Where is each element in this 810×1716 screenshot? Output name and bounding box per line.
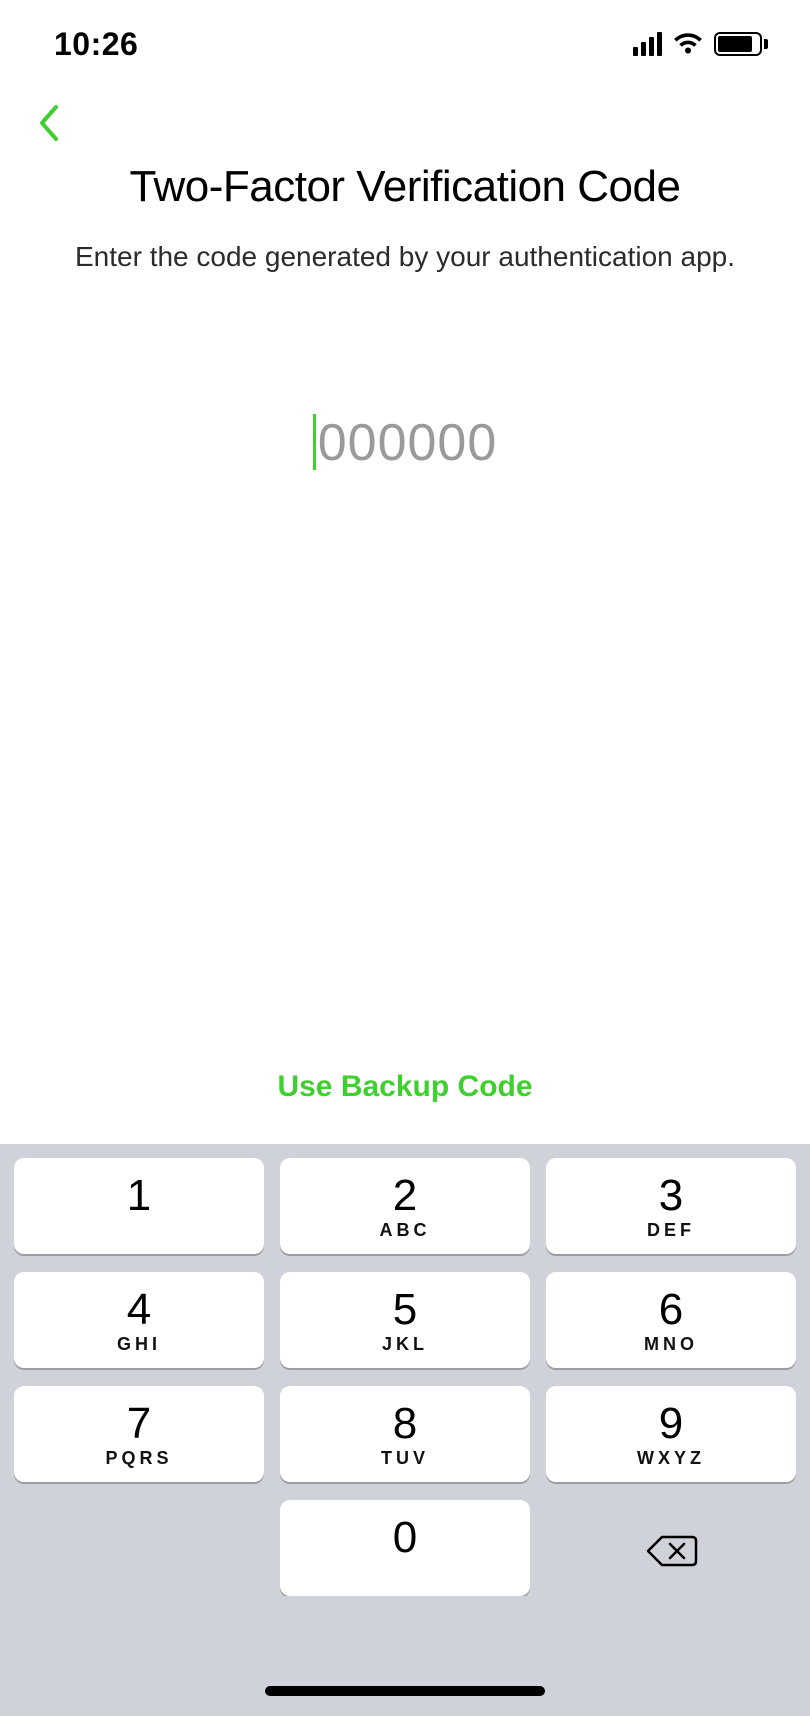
keypad-letters: JKL	[382, 1334, 428, 1356]
keypad-key-7[interactable]: 7 PQRS	[14, 1386, 264, 1482]
keypad-key-8[interactable]: 8 TUV	[280, 1386, 530, 1482]
page-title: Two-Factor Verification Code	[0, 162, 810, 212]
keypad-digit: 5	[393, 1290, 417, 1330]
text-cursor	[313, 414, 316, 470]
keypad-letters: MNO	[644, 1334, 698, 1356]
keypad-key-1[interactable]: 1	[14, 1158, 264, 1254]
status-icons	[633, 32, 768, 56]
cellular-icon	[633, 32, 662, 56]
keypad-letters: TUV	[381, 1448, 429, 1470]
keypad-key-0[interactable]: 0	[280, 1500, 530, 1596]
page-subtitle: Enter the code generated by your authent…	[0, 236, 810, 278]
keypad-digit: 7	[127, 1404, 151, 1444]
keypad-letters: ABC	[380, 1220, 431, 1242]
chevron-left-icon	[36, 101, 64, 145]
keypad-digit: 3	[659, 1176, 683, 1216]
status-bar: 10:26	[0, 0, 810, 88]
keypad-letters: WXYZ	[637, 1448, 705, 1470]
keypad-key-6[interactable]: 6 MNO	[546, 1272, 796, 1368]
keypad-key-9[interactable]: 9 WXYZ	[546, 1386, 796, 1482]
home-indicator-area	[0, 1596, 810, 1716]
keypad-digit: 4	[127, 1290, 151, 1330]
keypad-letters: GHI	[117, 1334, 161, 1356]
keypad-digit: 2	[393, 1176, 417, 1216]
wifi-icon	[672, 32, 704, 56]
keypad-digit: 1	[127, 1176, 151, 1216]
battery-icon	[714, 32, 768, 56]
keypad-letters: PQRS	[105, 1448, 172, 1470]
nav-bar	[0, 88, 810, 158]
code-placeholder: 000000	[318, 414, 498, 472]
keypad-key-4[interactable]: 4 GHI	[14, 1272, 264, 1368]
keypad-digit: 6	[659, 1290, 683, 1330]
back-button[interactable]	[28, 101, 72, 145]
numeric-keypad: 1 2 ABC 3 DEF 4 GHI 5 JKL 6 MNO 7 PQRS 8…	[0, 1144, 810, 1596]
keypad-key-2[interactable]: 2 ABC	[280, 1158, 530, 1254]
keypad-digit: 0	[393, 1518, 417, 1558]
keypad-digit: 8	[393, 1404, 417, 1444]
keypad-blank	[14, 1500, 264, 1596]
keypad-letters: DEF	[647, 1220, 695, 1242]
status-time: 10:26	[54, 26, 138, 63]
keypad-key-5[interactable]: 5 JKL	[280, 1272, 530, 1368]
keypad-key-3[interactable]: 3 DEF	[546, 1158, 796, 1254]
code-input[interactable]: 000000	[0, 408, 810, 478]
keypad-delete-button[interactable]	[546, 1500, 796, 1596]
use-backup-code-link[interactable]: Use Backup Code	[0, 1046, 810, 1144]
backspace-icon	[644, 1531, 698, 1571]
home-indicator[interactable]	[265, 1686, 545, 1696]
keypad-digit: 9	[659, 1404, 683, 1444]
